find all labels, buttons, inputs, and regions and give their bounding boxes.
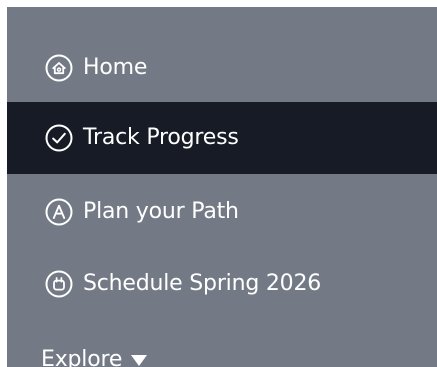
nav-label-schedule-spring-2026: Schedule Spring 2026 (83, 271, 322, 296)
letter-a-circle-icon (41, 194, 77, 230)
nav-item-schedule-spring-2026[interactable]: Schedule Spring 2026 (7, 248, 437, 320)
sidebar-nav: Home Track Progress Plan your Path Sched… (7, 7, 437, 367)
calendar-circle-icon (41, 266, 77, 302)
home-icon (41, 50, 77, 86)
caret-down-icon (131, 354, 148, 366)
nav-item-home[interactable]: Home (7, 32, 437, 104)
explore-dropdown-toggle[interactable]: Explore (41, 347, 148, 367)
nav-item-plan-your-path[interactable]: Plan your Path (7, 176, 437, 248)
nav-item-track-progress[interactable]: Track Progress (7, 102, 437, 174)
check-circle-icon (41, 120, 77, 156)
nav-label-plan-your-path: Plan your Path (83, 199, 239, 224)
nav-label-home: Home (83, 55, 148, 80)
nav-label-track-progress: Track Progress (83, 125, 239, 150)
explore-label: Explore (41, 347, 123, 367)
